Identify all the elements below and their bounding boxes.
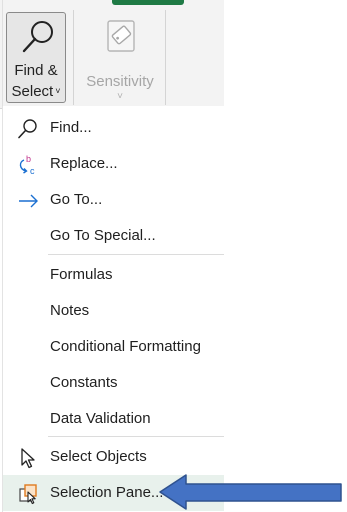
menu-item-data-validation[interactable]: Data Validation [3,401,224,437]
sensitivity-label: Sensitivity [86,73,154,90]
menu-item-label: Formulas [50,266,113,283]
menu-item-constants[interactable]: Constants [3,365,224,401]
menu-item-formulas[interactable]: Formulas [3,257,224,293]
svg-text:c: c [30,166,35,176]
menu-item-replace[interactable]: b c Replace... [3,146,224,182]
menu-item-find[interactable]: Find... [3,110,224,146]
ribbon-left-border [2,0,3,108]
magnifier-icon [22,21,53,53]
menu-separator [48,436,224,437]
menu-item-notes[interactable]: Notes [3,293,224,329]
ribbon-green-accent [112,0,184,5]
find-select-dropdown-menu: Find... b c Replace... Go To... Go To Sp… [2,106,224,512]
menu-item-label: Selection Pane... [50,484,164,501]
menu-item-go-to-special[interactable]: Go To Special... [3,218,224,254]
menu-item-label: Conditional Formatting [50,338,201,355]
ribbon-editing-group: Find & Select ˅ Sensitivity ˅ [0,0,224,109]
menu-item-label: Constants [50,374,118,391]
svg-text:b: b [26,154,31,164]
sensitivity-tag-icon [107,20,135,52]
menu-item-select-objects[interactable]: Select Objects [3,439,224,475]
chevron-down-icon: ˅ [117,91,123,102]
menu-item-conditional-formatting[interactable]: Conditional Formatting [3,329,224,365]
menu-item-label: Data Validation [50,410,151,427]
menu-item-label: Select Objects [50,448,147,465]
selection-pane-icon [19,484,37,505]
find-select-label-line1: Find & [14,62,58,79]
excel-find-select-screen: Find & Select ˅ Sensitivity ˅ Find... b … [0,0,347,512]
ribbon-separator [73,10,74,105]
menu-item-label: Replace... [50,155,118,172]
menu-item-label: Go To... [50,191,103,208]
menu-item-label: Notes [50,302,90,319]
sensitivity-button[interactable]: Sensitivity ˅ [80,12,160,103]
annotation-arrow-icon [159,474,342,510]
ribbon-separator [165,10,166,105]
menu-item-go-to[interactable]: Go To... [3,182,224,218]
select-pointer-icon [21,448,35,469]
menu-item-label: Find... [50,119,92,136]
find-select-label-line2: Select ˅ [11,83,61,100]
find-select-button[interactable]: Find & Select ˅ [6,12,66,103]
chevron-down-icon: ˅ [55,86,61,96]
menu-item-label: Go To Special... [50,227,156,244]
right-arrow-icon [19,194,38,208]
replace-icon: b c [19,154,35,176]
magnifier-icon [18,119,37,139]
menu-separator [48,254,224,255]
